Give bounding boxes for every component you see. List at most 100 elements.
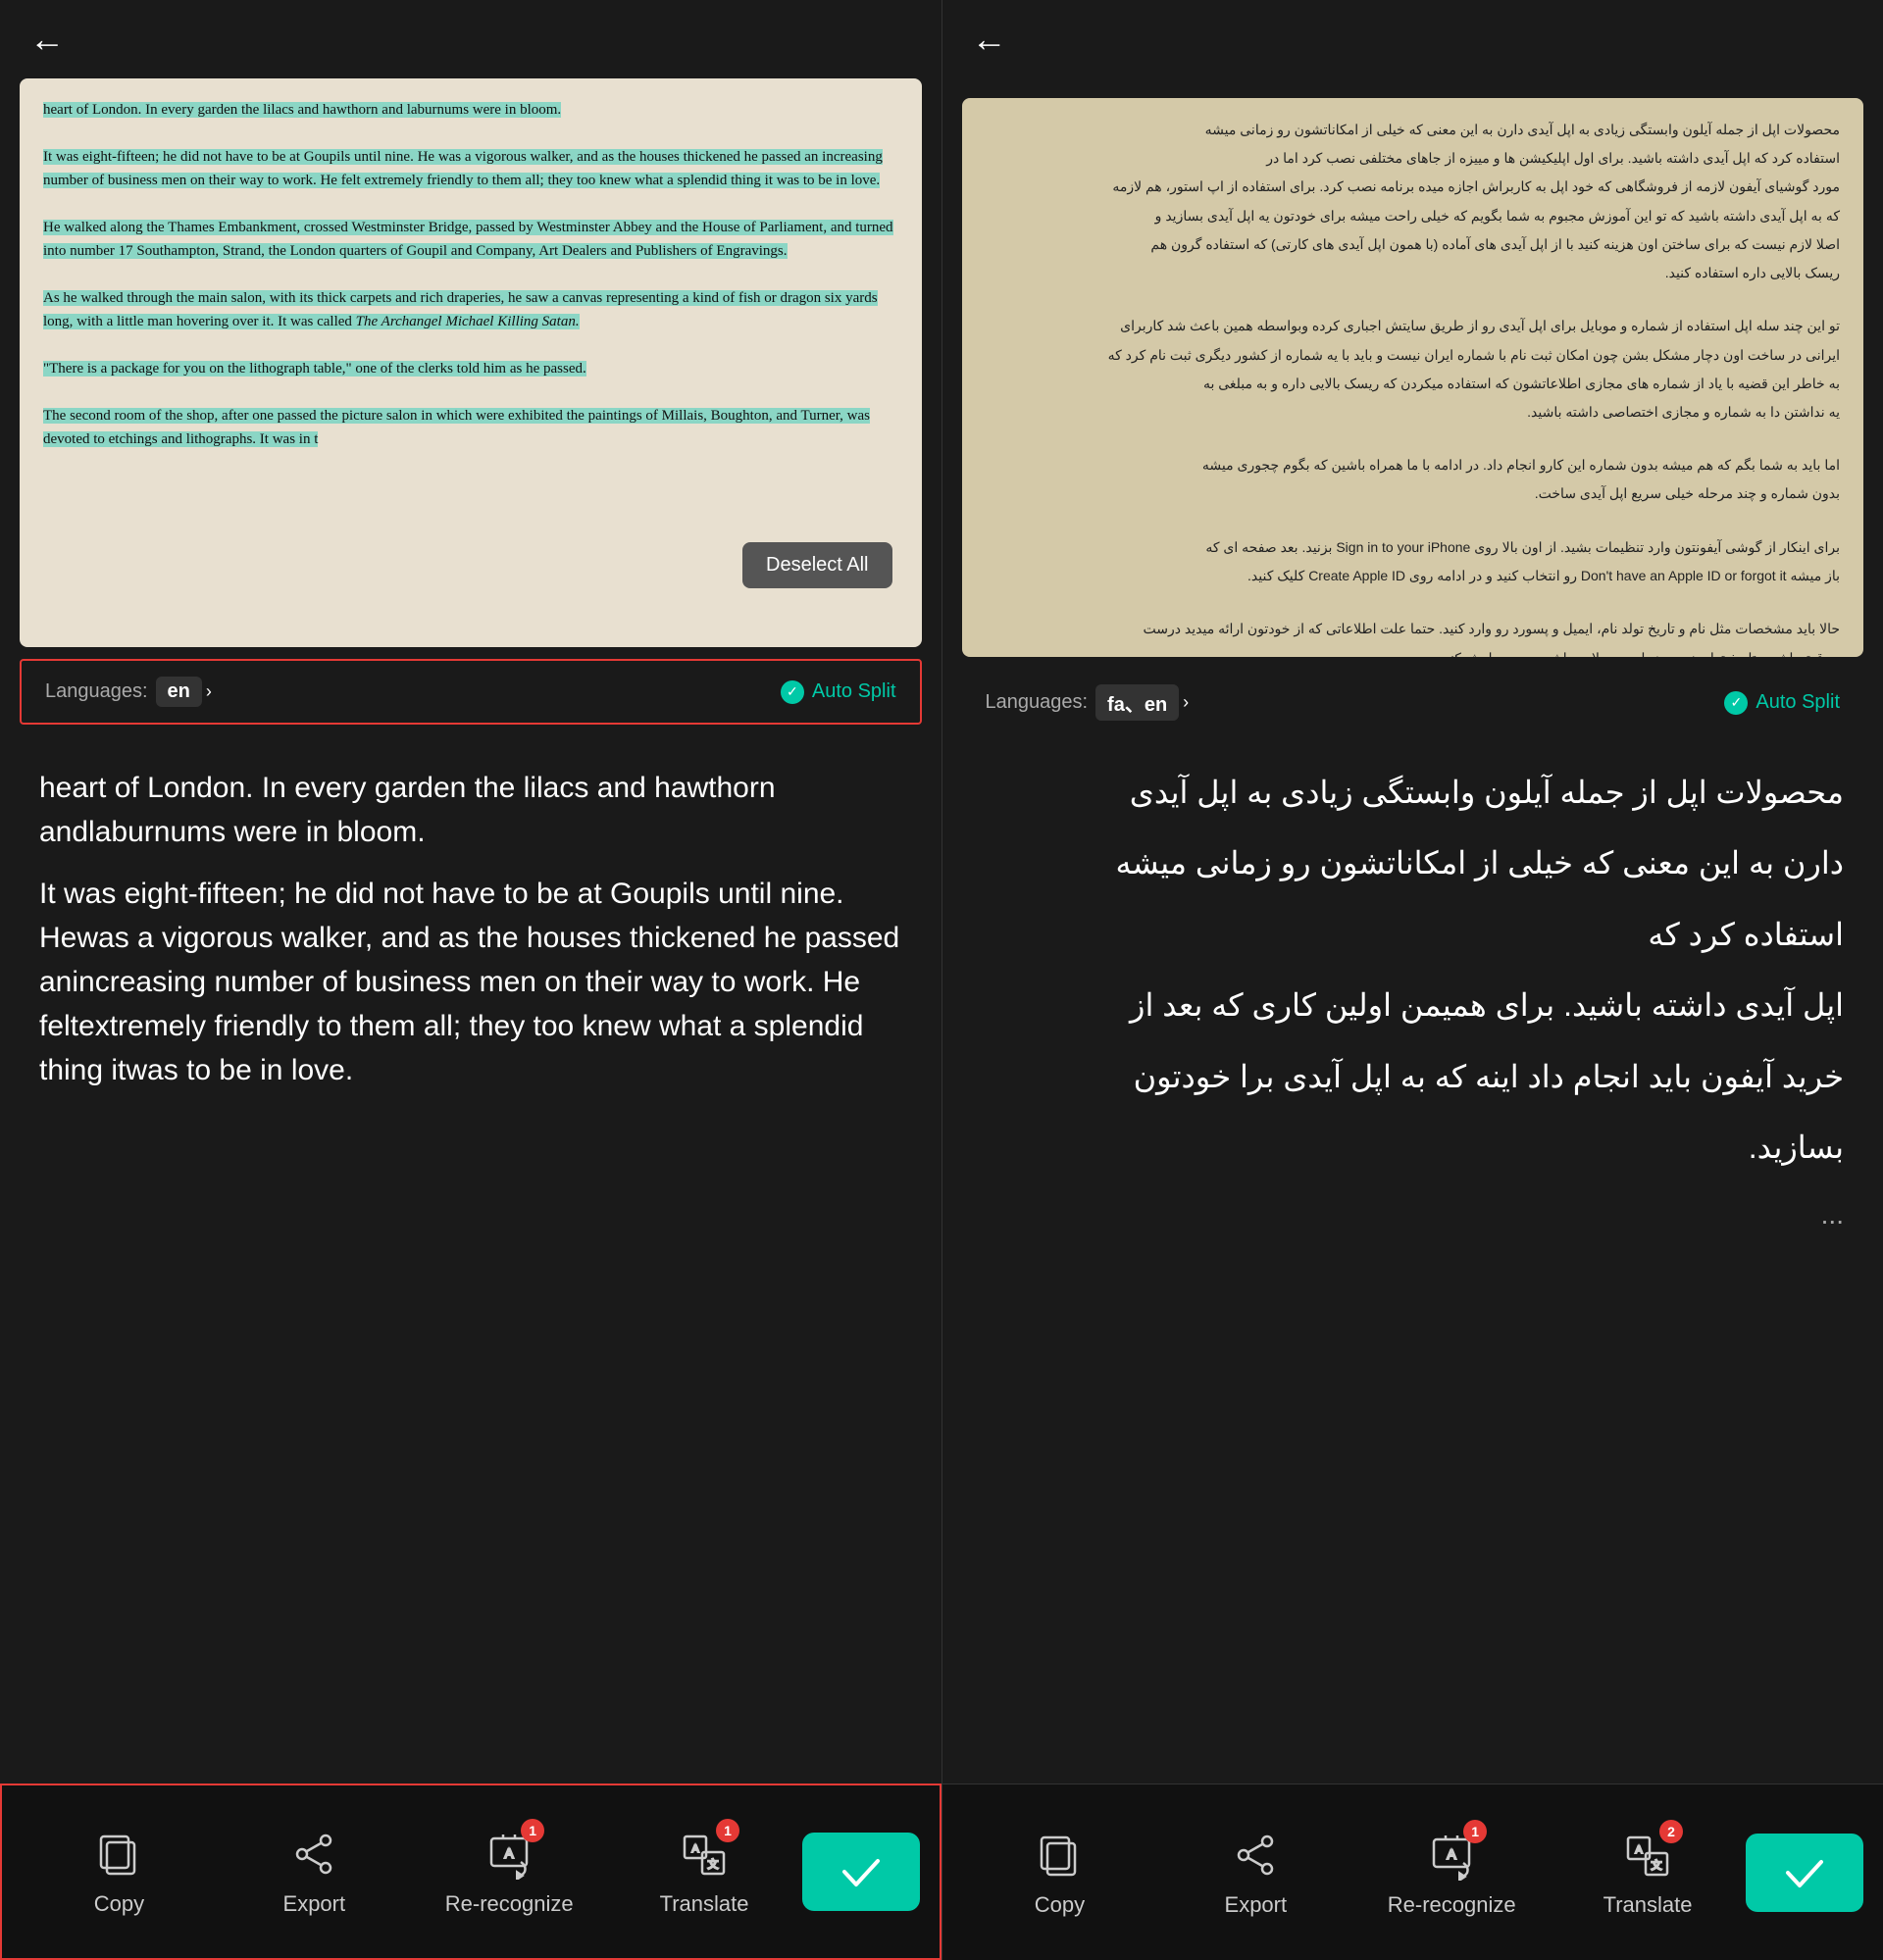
left-copy-svg-icon [93,1829,144,1880]
svg-text:A: A [505,1845,515,1861]
right-ocr-image: محصولات اپل از جمله آیلون وابستگی زیادی … [962,98,1864,657]
persian-line-1: محصولات اپل از جمله آیلون وابستگی زیادی … [986,118,1841,142]
right-export-svg-icon [1230,1830,1281,1881]
left-lang-chevron-icon: › [206,681,212,702]
ocr-highlight-5: "There is a package for you on the litho… [43,361,586,377]
left-ocr-image: heart of London. In every garden the lil… [20,78,922,647]
persian-line-5: اصلا لازم نیست که برای ساختن اون هزینه ک… [986,232,1841,257]
left-rerecognize-button[interactable]: A 1 Re-recognize [412,1827,607,1917]
left-image-area: heart of London. In every garden the lil… [20,78,922,647]
right-rerecognize-badge: 1 [1463,1820,1487,1843]
right-panel: ← محصولات اپل از جمله آیلون وابستگی زیاد… [942,0,1883,1960]
ocr-highlight-1: heart of London. In every garden the lil… [43,102,561,118]
left-bottom-bar: Copy Export A [0,1784,942,1960]
right-translate-icon: A 文 2 [1620,1828,1675,1883]
right-ocr-text-5: خرید آیفون باید انجام داد اینه که به اپل… [982,1050,1845,1103]
left-lang-label: Languages: [45,680,148,703]
svg-text:A: A [1448,1846,1457,1862]
left-ocr-image-content: heart of London. In every garden the lil… [20,78,922,471]
right-lang-value: fa、en [1095,684,1179,721]
left-lang-selector[interactable]: Languages: en › [45,677,212,707]
right-copy-label: Copy [1035,1892,1085,1918]
right-lang-label: Languages: [986,691,1089,714]
persian-line-14: باز میشه Don't have an Apple ID or forgo… [986,564,1841,588]
persian-line-7: تو این چند سله اپل استفاده از شماره و مو… [986,314,1841,338]
left-languages-bar: Languages: en › ✓ Auto Split [20,659,922,725]
right-export-label: Export [1225,1892,1288,1918]
svg-text:文: 文 [1652,1858,1662,1872]
right-auto-split-toggle[interactable]: ✓ Auto Split [1724,691,1840,715]
right-ocr-text-6: بسازید. [982,1121,1845,1174]
persian-line-9: به خاطر این قضیه با یاد از شماره های مجا… [986,372,1841,396]
left-translate-label: Translate [660,1891,749,1917]
ocr-highlight-3: He walked along the Thames Embankment, c… [43,220,893,259]
right-lang-selector[interactable]: Languages: fa、en › [986,684,1190,721]
right-translate-button[interactable]: A 文 2 Translate [1550,1828,1746,1918]
right-rerecognize-label: Re-recognize [1388,1892,1516,1918]
right-top-bar: ← [942,0,1883,78]
right-lang-chevron-icon: › [1183,692,1189,713]
left-copy-label: Copy [94,1891,144,1917]
left-ocr-text-area: heart of London. In every garden the lil… [0,736,942,1784]
left-lang-value: en [156,677,202,707]
ocr-highlight-4: As he walked through the main salon, wit… [43,290,878,329]
left-ocr-text-2: It was eight-fifteen; he did not have to… [39,872,902,1092]
right-ocr-text-area: محصولات اپل از جمله آیلون وابستگی زیادی … [942,736,1883,1784]
right-copy-button[interactable]: Copy [962,1828,1158,1918]
svg-text:A: A [1635,1844,1643,1856]
right-ocr-text-7: ... [982,1191,1845,1238]
right-image-area: محصولات اپل از جمله آیلون وابستگی زیادی … [962,98,1864,657]
right-copy-svg-icon [1034,1830,1085,1881]
persian-line-12: بدون شماره و چند مرحله خیلی سریع اپل آید… [986,481,1841,506]
left-copy-button[interactable]: Copy [22,1827,217,1917]
left-panel: ← heart of London. In every garden the l… [0,0,942,1960]
right-rerecognize-icon: A 1 [1424,1828,1479,1883]
right-ocr-text-2: دارن به این معنی که خیلی از امکاناتشون ر… [982,836,1845,889]
right-ocr-text-3: استفاده کرد که [982,908,1845,961]
persian-line-4: که به اپل آیدی داشته باشید که تو این آمو… [986,204,1841,228]
right-translate-badge: 2 [1659,1820,1683,1843]
left-rerecognize-icon: A 1 [482,1827,536,1882]
right-persian-text: محصولات اپل از جمله آیلون وابستگی زیادی … [986,118,1841,657]
right-auto-split-check-icon: ✓ [1724,691,1748,715]
right-back-button[interactable]: ← [972,22,1007,57]
ocr-highlight-2: It was eight-fifteen; he did not have to… [43,149,883,188]
left-export-svg-icon [288,1829,339,1880]
right-confirm-button[interactable] [1746,1834,1863,1912]
right-ocr-text-4: اپل آیدی داشته باشید. برای همیمن اولین ک… [982,979,1845,1031]
persian-line-3: مورد گوشیای آیفون لازمه از فروشگاهی که خ… [986,175,1841,199]
deselect-all-button[interactable]: Deselect All [742,542,892,588]
right-export-button[interactable]: Export [1157,1828,1353,1918]
left-export-icon [286,1827,341,1882]
persian-line-10: یه نداشتن دا به شماره و مجازی اختصاصی دا… [986,400,1841,425]
left-copy-icon [91,1827,146,1882]
right-confirm-check-icon [1780,1848,1829,1897]
left-translate-badge: 1 [716,1819,739,1842]
right-export-icon [1228,1828,1283,1883]
right-languages-bar: Languages: fa、en › ✓ Auto Split [962,669,1864,736]
right-bottom-bar: Copy Export A [942,1784,1883,1960]
left-back-button[interactable]: ← [29,22,65,57]
right-rerecognize-button[interactable]: A 1 Re-recognize [1353,1828,1550,1918]
left-auto-split-label: Auto Split [812,680,896,703]
persian-line-13: برای اینکار از گوشی آیفونتون وارد تنظیما… [986,535,1841,560]
left-auto-split-check-icon: ✓ [781,680,804,704]
persian-line-6: ریسک بالایی داره استفاده کنید. [986,261,1841,285]
right-auto-split-label: Auto Split [1756,691,1840,714]
ocr-highlight-6: The second room of the shop, after one p… [43,408,870,447]
left-rerecognize-label: Re-recognize [445,1891,574,1917]
left-export-button[interactable]: Export [217,1827,412,1917]
left-ocr-text: heart of London. In every garden the lil… [39,766,902,854]
persian-line-8: ایرانی در ساخت اون دچار مشکل بشن چون امک… [986,343,1841,368]
right-translate-label: Translate [1603,1892,1693,1918]
left-top-bar: ← [0,0,942,78]
right-ocr-text-1: محصولات اپل از جمله آیلون وابستگی زیادی … [982,766,1845,819]
left-auto-split-toggle[interactable]: ✓ Auto Split [781,680,896,704]
svg-text:文: 文 [708,1857,719,1871]
left-translate-button[interactable]: A 文 1 Translate [607,1827,802,1917]
right-copy-icon [1032,1828,1087,1883]
persian-line-2: استفاده کرد که اپل آیدی داشته باشید. برا… [986,146,1841,171]
left-confirm-button[interactable] [802,1833,920,1911]
persian-line-11: اما باید به شما بگم که هم میشه بدون شمار… [986,453,1841,477]
persian-line-16: و دقیق باشه و تاریخ تولد هم چون باید به … [986,646,1841,657]
